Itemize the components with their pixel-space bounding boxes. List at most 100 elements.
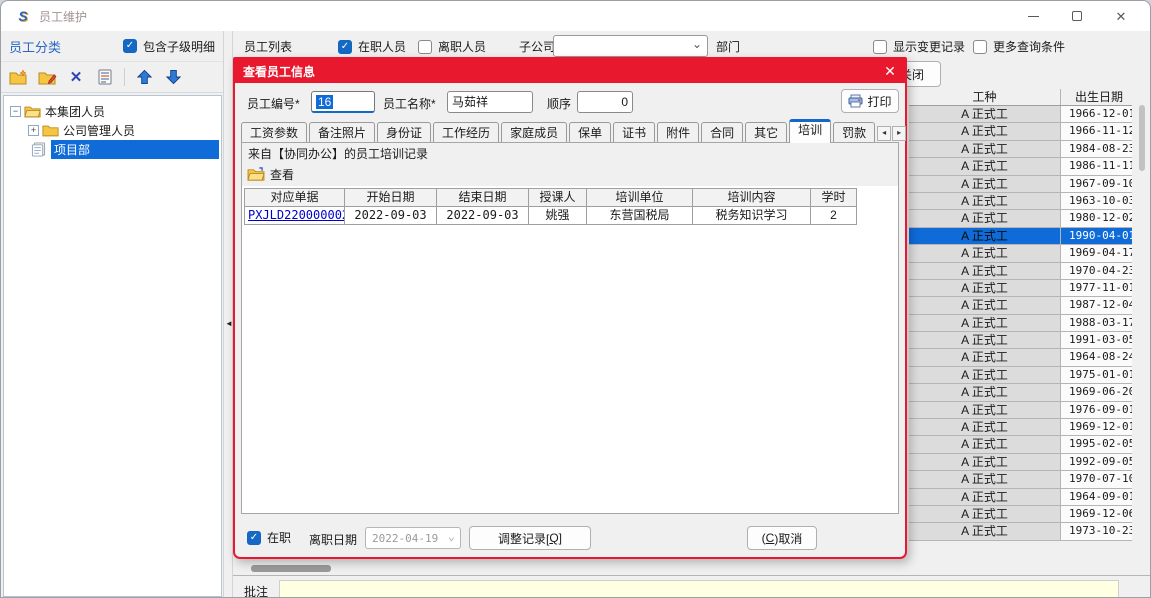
birth-date-cell: 1970-04-23 bbox=[1061, 263, 1132, 280]
tab-training[interactable]: 培训 bbox=[789, 119, 831, 143]
more-filters-checkbox[interactable]: 更多查询条件 bbox=[973, 38, 1065, 55]
horizontal-scrollbar-thumb[interactable] bbox=[251, 565, 331, 572]
edit-category-button[interactable] bbox=[37, 67, 57, 87]
employee-row[interactable]: A 正式工1964-09-01 bbox=[909, 489, 1132, 506]
tab-salary-params[interactable]: 工资参数 bbox=[241, 122, 307, 143]
training-col-start[interactable]: 开始日期 bbox=[345, 189, 437, 207]
employed-checkbox[interactable]: ✓ 在职 bbox=[247, 529, 291, 546]
employee-row[interactable]: A 正式工1970-04-23 bbox=[909, 263, 1132, 280]
tab-attachments[interactable]: 附件 bbox=[657, 122, 699, 143]
tree-item-management[interactable]: + 公司管理人员 bbox=[28, 121, 221, 140]
add-category-button[interactable] bbox=[8, 67, 28, 87]
tree-item-project-dept[interactable]: 项目部 bbox=[30, 140, 221, 159]
tree-item-label: 本集团人员 bbox=[45, 103, 105, 120]
include-children-checkbox[interactable]: ✓ 包含子级明细 bbox=[123, 38, 215, 55]
adjust-records-button[interactable]: 调整记录[Q] bbox=[469, 526, 591, 550]
birth-date-cell: 1976-09-01 bbox=[1061, 402, 1132, 419]
employee-row[interactable]: A 正式工1988-03-17 bbox=[909, 315, 1132, 332]
training-col-hours[interactable]: 学时 bbox=[811, 189, 857, 207]
tree-item-group[interactable]: − 本集团人员 bbox=[10, 102, 221, 121]
employee-row[interactable]: A 正式工1970-07-10 bbox=[909, 471, 1132, 488]
move-up-button[interactable] bbox=[134, 67, 154, 87]
tab-id-card[interactable]: 身份证 bbox=[377, 122, 431, 143]
collapse-arrow-icon[interactable]: ◄ bbox=[225, 319, 233, 328]
job-type-cell: A 正式工 bbox=[909, 384, 1061, 401]
job-type-cell: A 正式工 bbox=[909, 158, 1061, 175]
employee-row[interactable]: A 正式工1986-11-11 bbox=[909, 158, 1132, 175]
tab-remarks-photo[interactable]: 备注照片 bbox=[309, 122, 375, 143]
employee-row[interactable]: A 正式工1987-12-04 bbox=[909, 297, 1132, 314]
vertical-scrollbar[interactable] bbox=[1138, 91, 1146, 541]
employee-row[interactable]: A 正式工1992-09-05 bbox=[909, 454, 1132, 471]
delete-category-button[interactable]: ✕ bbox=[66, 67, 86, 87]
active-employees-checkbox[interactable]: ✓ 在职人员 bbox=[338, 38, 406, 55]
view-report-button[interactable] bbox=[95, 67, 115, 87]
sidebar-toolbar: ✕ bbox=[1, 61, 223, 93]
job-type-cell: A 正式工 bbox=[909, 506, 1061, 523]
show-changes-checkbox[interactable]: 显示变更记录 bbox=[873, 38, 965, 55]
annotation-input[interactable] bbox=[279, 580, 1119, 598]
training-col-content[interactable]: 培训内容 bbox=[693, 189, 811, 207]
dialog-close-button[interactable]: ✕ bbox=[875, 63, 905, 80]
employee-name-input[interactable]: 马茹祥 bbox=[447, 91, 533, 113]
training-col-end[interactable]: 结束日期 bbox=[437, 189, 529, 207]
training-col-lecturer[interactable]: 授课人 bbox=[529, 189, 587, 207]
column-header-job-type[interactable]: 工种 bbox=[909, 89, 1061, 105]
order-input[interactable]: 0 bbox=[577, 91, 633, 113]
training-col-doc[interactable]: 对应单据 bbox=[245, 189, 345, 207]
inactive-employees-checkbox[interactable]: 离职人员 bbox=[418, 38, 486, 55]
tab-work-history[interactable]: 工作经历 bbox=[433, 122, 499, 143]
employee-row[interactable]: A 正式工1973-10-23 bbox=[909, 523, 1132, 540]
view-button[interactable]: 查看 bbox=[270, 166, 294, 183]
employee-row[interactable]: A 正式工1980-12-02 bbox=[909, 210, 1132, 227]
subsidiary-select[interactable]: ⌄ bbox=[553, 35, 708, 57]
app-logo-icon: S bbox=[15, 8, 31, 24]
employee-row[interactable]: A 正式工1966-12-01 bbox=[909, 106, 1132, 123]
minimize-icon bbox=[1028, 16, 1039, 17]
employee-code-input[interactable]: 16 bbox=[311, 91, 375, 113]
employee-row[interactable]: A 正式工1990-04-01 bbox=[909, 228, 1132, 245]
employee-row[interactable]: A 正式工1995-02-05 bbox=[909, 436, 1132, 453]
employee-row[interactable]: A 正式工1966-11-12 bbox=[909, 123, 1132, 140]
job-type-cell: A 正式工 bbox=[909, 123, 1061, 140]
minimize-button[interactable] bbox=[1026, 9, 1040, 23]
tab-fines[interactable]: 罚款 bbox=[833, 122, 875, 143]
employee-row[interactable]: A 正式工1967-09-10 bbox=[909, 176, 1132, 193]
column-header-birth-date[interactable]: 出生日期 bbox=[1061, 89, 1132, 105]
maximize-button[interactable] bbox=[1070, 9, 1084, 23]
employee-row[interactable]: A 正式工1976-09-01 bbox=[909, 402, 1132, 419]
cancel-button[interactable]: (C)取消 bbox=[747, 526, 817, 550]
tab-family-members[interactable]: 家庭成员 bbox=[501, 122, 567, 143]
tab-certificates[interactable]: 证书 bbox=[613, 122, 655, 143]
tab-other[interactable]: 其它 bbox=[745, 122, 787, 143]
expander-minus-icon[interactable]: − bbox=[10, 106, 21, 117]
employee-row[interactable]: A 正式工1984-08-23 bbox=[909, 141, 1132, 158]
birth-date-cell: 1969-06-20 bbox=[1061, 384, 1132, 401]
print-button[interactable]: 打印 bbox=[841, 89, 899, 113]
open-folder-icon bbox=[247, 167, 265, 182]
employee-row[interactable]: A 正式工1969-04-17 bbox=[909, 245, 1132, 262]
training-col-org[interactable]: 培训单位 bbox=[587, 189, 693, 207]
employee-row[interactable]: A 正式工1991-03-05 bbox=[909, 332, 1132, 349]
tab-insurance[interactable]: 保单 bbox=[569, 122, 611, 143]
panel-splitter[interactable]: ◄ bbox=[223, 31, 233, 597]
employee-row[interactable]: A 正式工1975-01-01 bbox=[909, 367, 1132, 384]
tab-contracts[interactable]: 合同 bbox=[701, 122, 743, 143]
employee-row[interactable]: A 正式工1969-12-06 bbox=[909, 506, 1132, 523]
employee-row[interactable]: A 正式工1977-11-01 bbox=[909, 280, 1132, 297]
employee-row[interactable]: A 正式工1964-08-24 bbox=[909, 349, 1132, 366]
move-down-button[interactable] bbox=[163, 67, 183, 87]
scrollbar-thumb[interactable] bbox=[1139, 105, 1145, 171]
report-icon bbox=[97, 69, 114, 86]
tab-scroll-right-button[interactable]: ▸ bbox=[892, 126, 906, 141]
document-icon bbox=[30, 142, 47, 157]
employee-row[interactable]: A 正式工1963-10-03 bbox=[909, 193, 1132, 210]
expander-plus-icon[interactable]: + bbox=[28, 125, 39, 136]
employee-row[interactable]: A 正式工1969-12-01 bbox=[909, 419, 1132, 436]
employee-table-body: A 正式工1966-12-01A 正式工1966-11-12A 正式工1984-… bbox=[909, 106, 1132, 541]
employee-row[interactable]: A 正式工1969-06-20 bbox=[909, 384, 1132, 401]
window-close-button[interactable]: ✕ bbox=[1114, 9, 1128, 23]
birth-date-cell: 1992-09-05 bbox=[1061, 454, 1132, 471]
training-doc-link[interactable]: PXJLD220000002 bbox=[245, 207, 345, 225]
tab-scroll-left-button[interactable]: ◂ bbox=[877, 126, 891, 141]
